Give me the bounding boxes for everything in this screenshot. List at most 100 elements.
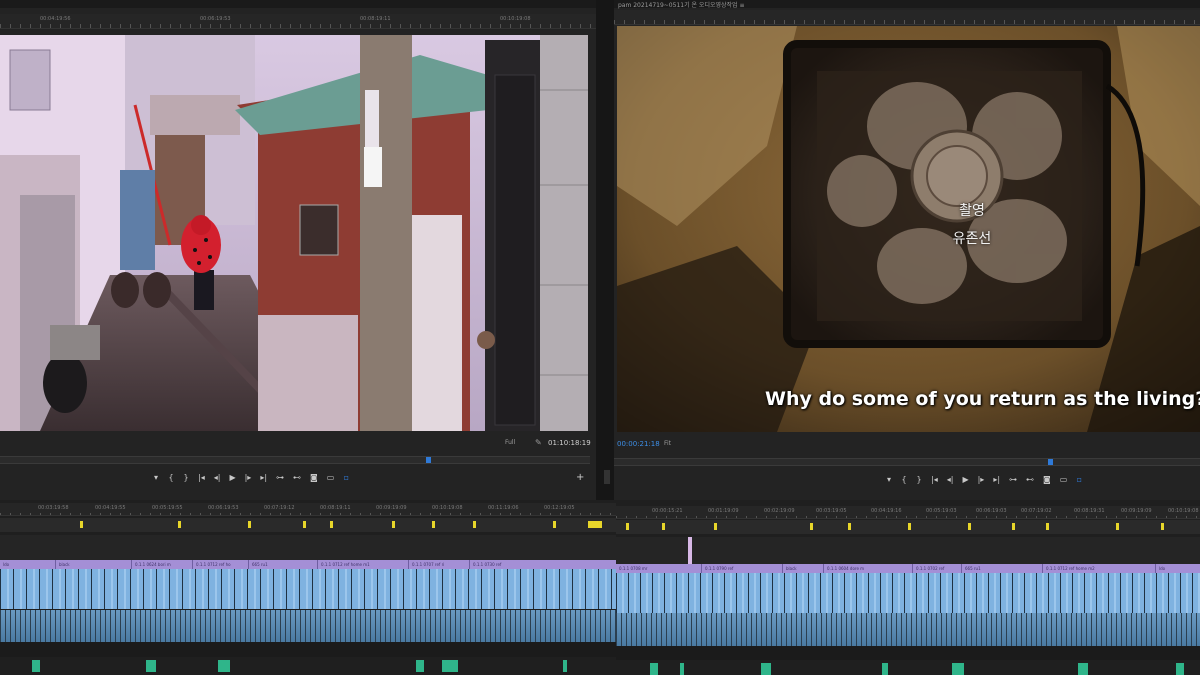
timeline-clip[interactable]: 0.1.1 0790 ref (702, 564, 783, 573)
marker[interactable] (908, 523, 911, 530)
timeline-clip[interactable]: ldo (1156, 564, 1200, 573)
zoom-level-select[interactable]: Fit (664, 440, 671, 447)
playhead-marker[interactable] (426, 457, 431, 463)
video-track-v1[interactable] (616, 573, 1200, 613)
mark-in-button[interactable]: { (901, 475, 907, 484)
monitor-scrubber-right[interactable] (614, 458, 1200, 466)
marker[interactable] (810, 523, 813, 530)
monitor-ruler[interactable]: 00:04:19:56 00:06:19:53 00:08:19:11 00:1… (0, 14, 596, 29)
audio-clip[interactable] (442, 660, 458, 672)
audio-clip[interactable] (563, 660, 567, 672)
sequence-title[interactable]: pam 20214719~0511기 온 오디오영상작업 ≡ (618, 0, 745, 9)
audio-clip[interactable] (952, 663, 964, 675)
video-track-v2[interactable]: 0.1.1 0708 mr 0.1.1 0790 ref black 0.1.1… (616, 564, 1200, 573)
marker[interactable] (303, 521, 306, 528)
marker-track[interactable] (0, 518, 616, 532)
extract-button[interactable]: ⊷ (293, 473, 301, 482)
timeline-clip[interactable]: 0.1.1 0712 ref ho (193, 560, 249, 569)
comparison-view-button[interactable]: ▭ (327, 473, 335, 482)
timeline-clip[interactable]: 0.1.1 0730 ref (470, 560, 616, 569)
toggle-proxies-button[interactable]: ▫ (343, 473, 349, 482)
timeline-clip[interactable]: ldo (0, 560, 56, 569)
mark-out-button[interactable]: } (916, 475, 922, 484)
mark-in-button[interactable]: { (168, 473, 174, 482)
timeline-clip[interactable]: 0.1.1 0604 dore m (824, 564, 913, 573)
audio-clip[interactable] (650, 663, 658, 675)
panel-divider[interactable] (596, 0, 614, 500)
marker[interactable] (626, 523, 629, 530)
wrench-icon[interactable]: ✎ (535, 438, 542, 447)
timeline-clip[interactable]: black (56, 560, 132, 569)
extract-button[interactable]: ⊷ (1026, 475, 1034, 484)
zoom-level-select[interactable]: Full (505, 439, 515, 446)
audio-clip[interactable] (1078, 663, 1088, 675)
marker[interactable] (1046, 523, 1049, 530)
marker[interactable] (248, 521, 251, 528)
timeline-clip[interactable]: 0.1.1 0708 mr (616, 564, 702, 573)
audio-clip[interactable] (146, 660, 156, 672)
playhead-timecode[interactable]: 00:00:21:18 (617, 440, 660, 448)
marker[interactable] (432, 521, 435, 528)
video-track-v1[interactable] (0, 569, 616, 609)
audio-clip[interactable] (416, 660, 424, 672)
audio-clip[interactable] (761, 663, 771, 675)
add-button[interactable]: + (576, 472, 584, 483)
marker[interactable] (1116, 523, 1119, 530)
camera-icon[interactable]: ◙ (310, 473, 318, 482)
marker[interactable] (588, 521, 602, 528)
timeline-clip[interactable]: 0.1.1 0707 ref ri (409, 560, 470, 569)
go-to-in-button[interactable]: |◂ (931, 475, 938, 484)
playhead-line[interactable] (688, 537, 692, 564)
step-back-button[interactable]: ◂| (214, 473, 221, 482)
comparison-view-button[interactable]: ▭ (1060, 475, 1068, 484)
marker[interactable] (553, 521, 556, 528)
timeline-ruler[interactable]: 00:00:15:21 00:01:19:09 00:02:19:09 00:0… (616, 506, 1200, 519)
timeline-clip[interactable]: 665 ru1 (962, 564, 1043, 573)
monitor-ruler[interactable] (614, 10, 1200, 25)
marker[interactable] (330, 521, 333, 528)
timeline-clip[interactable]: black (783, 564, 824, 573)
go-to-in-button[interactable]: |◂ (198, 473, 205, 482)
timeline-clip[interactable]: 0.1.1 0712 ref home m2 (1043, 564, 1156, 573)
audio-clip[interactable] (1176, 663, 1184, 675)
toggle-proxies-button[interactable]: ▫ (1076, 475, 1082, 484)
mark-out-button[interactable]: } (183, 473, 189, 482)
video-track-v2[interactable]: ldo black 0.1.1 0624 bori m 0.1.1 0712 r… (0, 560, 616, 569)
marker-track[interactable] (616, 520, 1200, 534)
marker[interactable] (1161, 523, 1164, 530)
audio-clip[interactable] (218, 660, 230, 672)
marker[interactable] (178, 521, 181, 528)
marker[interactable] (662, 523, 665, 530)
marker[interactable] (1012, 523, 1015, 530)
step-back-button[interactable]: ◂| (947, 475, 954, 484)
timeline-clip[interactable]: 0.1.1 0712 ref home m1 (318, 560, 409, 569)
playhead-timecode[interactable]: 01:10:18:19 (548, 439, 591, 447)
audio-track-a1[interactable] (0, 610, 616, 642)
add-marker-button[interactable]: ▾ (153, 473, 159, 482)
program-video-frame-left[interactable] (0, 35, 588, 431)
marker[interactable] (473, 521, 476, 528)
monitor-scrubber-left[interactable] (0, 456, 590, 464)
audio-track-a1[interactable] (616, 613, 1200, 646)
lift-button[interactable]: ⊶ (1009, 475, 1017, 484)
lift-button[interactable]: ⊶ (276, 473, 284, 482)
timeline-clip[interactable]: 665 ru1 (249, 560, 318, 569)
add-marker-button[interactable]: ▾ (886, 475, 892, 484)
step-forward-button[interactable]: |▸ (245, 473, 252, 482)
marker[interactable] (80, 521, 83, 528)
program-video-frame-right[interactable]: 촬영 유존선 Why do some of you return as the … (617, 26, 1200, 432)
audio-clip[interactable] (32, 660, 40, 672)
play-button[interactable]: ▶ (962, 475, 968, 484)
timeline-clip[interactable]: 0.1.1 0624 bori m (132, 560, 193, 569)
play-button[interactable]: ▶ (229, 473, 235, 482)
timeline-ruler[interactable]: 00:03:19:58 00:04:19:55 00:05:19:55 00:0… (0, 503, 616, 516)
audio-clip[interactable] (680, 663, 684, 675)
marker[interactable] (848, 523, 851, 530)
marker[interactable] (968, 523, 971, 530)
marker[interactable] (714, 523, 717, 530)
marker[interactable] (392, 521, 395, 528)
go-to-out-button[interactable]: ▸| (260, 473, 267, 482)
camera-icon[interactable]: ◙ (1043, 475, 1051, 484)
go-to-out-button[interactable]: ▸| (993, 475, 1000, 484)
playhead-marker[interactable] (1048, 459, 1053, 465)
